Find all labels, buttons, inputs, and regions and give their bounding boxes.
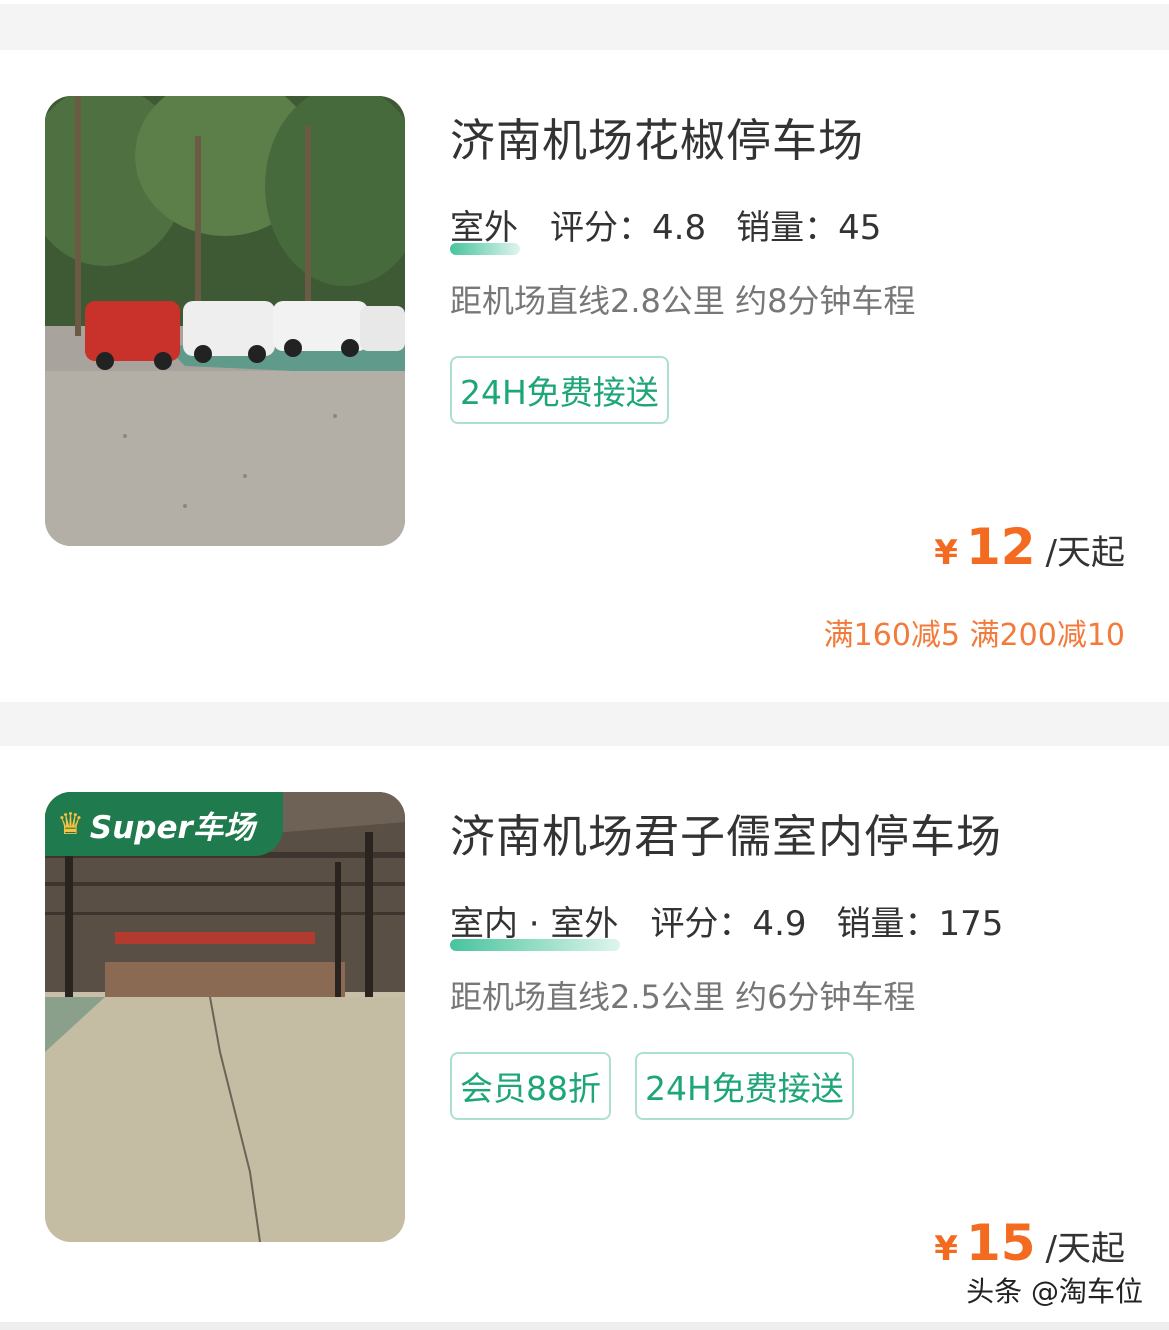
indoor-lot-image	[45, 792, 405, 1242]
price-unit: /天起	[1045, 1229, 1125, 1269]
top-spacer	[0, 0, 1169, 50]
bottom-divider	[0, 1322, 1169, 1330]
parking-lot-photo[interactable]	[45, 96, 405, 546]
price-amount: 15	[965, 1214, 1036, 1272]
price-display: ¥ 12 /天起	[934, 518, 1125, 576]
super-badge-label: Super车场	[89, 809, 255, 846]
currency-symbol: ¥	[934, 1229, 958, 1269]
currency-symbol: ¥	[934, 533, 958, 573]
tag-free-shuttle: 24H免费接送	[450, 356, 669, 424]
crown-icon: ♛	[57, 806, 84, 842]
feature-tags: 会员88折 24H免费接送	[450, 1052, 854, 1120]
listing-title[interactable]: 济南机场君子儒室内停车场	[450, 800, 1002, 865]
watermark-text: 头条 @淘车位	[966, 1275, 1143, 1308]
listing-meta: 室外 评分：4.8 销量：45	[450, 200, 911, 255]
sales-text: 销量：45	[736, 208, 882, 248]
price-unit: /天起	[1045, 533, 1125, 573]
tag-free-shuttle: 24H免费接送	[635, 1052, 854, 1120]
parking-listing-card[interactable]: ♛ Super车场 济南机场君子儒室内停车场 室内 · 室外 评分：4.9 销量…	[0, 746, 1169, 1330]
outdoor-lot-image	[45, 96, 405, 546]
listing-meta: 室内 · 室外 评分：4.9 销量：175	[450, 896, 1033, 951]
distance-text: 距机场直线2.5公里 约6分钟车程	[450, 978, 916, 1016]
card-separator	[0, 702, 1169, 746]
price-display: ¥ 15 /天起	[934, 1214, 1125, 1272]
feature-tags: 24H免费接送	[450, 356, 669, 424]
discount-text: 满160减5 满200减10	[823, 618, 1125, 653]
parking-listing-card[interactable]: 济南机场花椒停车场 室外 评分：4.8 销量：45 距机场直线2.8公里 约8分…	[0, 50, 1169, 702]
tag-member-discount: 会员88折	[450, 1052, 611, 1120]
rating-text: 评分：4.9	[650, 904, 807, 944]
super-lot-badge: ♛ Super车场	[45, 792, 283, 856]
rating-text: 评分：4.8	[550, 208, 707, 248]
price-amount: 12	[965, 518, 1036, 576]
listing-title[interactable]: 济南机场花椒停车场	[450, 104, 864, 169]
parking-type-label: 室外	[450, 200, 520, 255]
parking-lot-photo[interactable]: ♛ Super车场	[45, 792, 405, 1242]
parking-type-label: 室内 · 室外	[450, 896, 621, 951]
sales-text: 销量：175	[836, 904, 1004, 944]
distance-text: 距机场直线2.8公里 约8分钟车程	[450, 282, 916, 320]
